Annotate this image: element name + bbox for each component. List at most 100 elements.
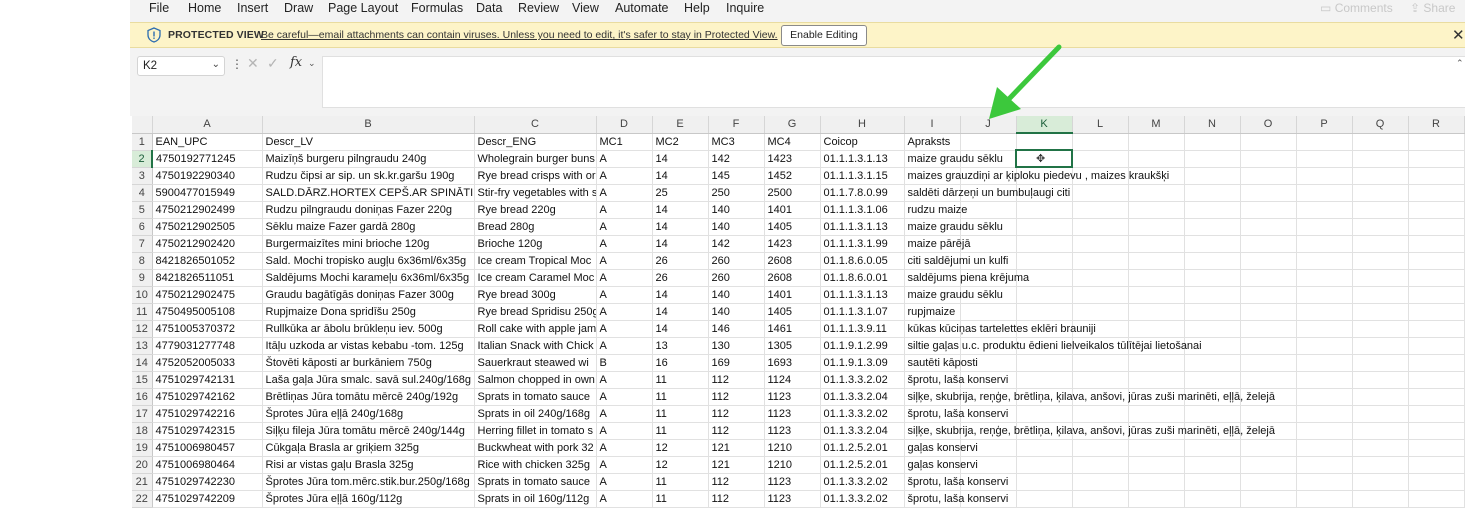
cell[interactable]: 01.1.8.6.0.01 bbox=[820, 269, 905, 287]
cell[interactable] bbox=[1072, 405, 1129, 423]
cell[interactable] bbox=[1240, 490, 1297, 508]
cell[interactable] bbox=[1296, 201, 1353, 219]
cell[interactable]: 4750192290340 bbox=[152, 167, 263, 185]
cell[interactable] bbox=[1408, 456, 1465, 474]
cell[interactable] bbox=[1408, 133, 1465, 151]
cell[interactable]: 11 bbox=[652, 490, 709, 508]
cell[interactable] bbox=[1240, 371, 1297, 389]
column-header-selected[interactable]: K bbox=[1016, 116, 1073, 134]
cell[interactable] bbox=[1184, 405, 1241, 423]
cell[interactable]: 11 bbox=[652, 473, 709, 491]
cell[interactable]: 1461 bbox=[764, 320, 821, 338]
cell[interactable]: 4751005370372 bbox=[152, 320, 263, 338]
row-header[interactable]: 21 bbox=[132, 473, 153, 491]
cell[interactable] bbox=[1072, 184, 1129, 202]
cell[interactable]: 1401 bbox=[764, 286, 821, 304]
cell[interactable] bbox=[1184, 320, 1241, 338]
more-options-icon[interactable]: ⋮ bbox=[231, 57, 243, 71]
cell[interactable]: šprotu, laša konservi bbox=[904, 490, 1008, 508]
cell[interactable]: 13 bbox=[652, 337, 709, 355]
row-header[interactable]: 2 bbox=[132, 150, 153, 168]
cell[interactable] bbox=[1408, 184, 1465, 202]
cell[interactable]: Buckwheat with pork 32 bbox=[474, 439, 597, 457]
cell[interactable] bbox=[1016, 218, 1073, 236]
row-header[interactable]: 16 bbox=[132, 388, 153, 406]
cell[interactable]: 1210 bbox=[764, 439, 821, 457]
cell[interactable] bbox=[1408, 218, 1465, 236]
cell[interactable]: maize graudu sēklu bbox=[904, 286, 1003, 304]
cell[interactable]: maize graudu sēklu bbox=[904, 218, 1003, 236]
row-header[interactable]: 15 bbox=[132, 371, 153, 389]
cell[interactable]: 250 bbox=[708, 184, 765, 202]
row-header[interactable]: 9 bbox=[132, 269, 153, 287]
cell[interactable] bbox=[1016, 201, 1073, 219]
cell[interactable]: 25 bbox=[652, 184, 709, 202]
cell[interactable] bbox=[1184, 286, 1241, 304]
cell[interactable] bbox=[1184, 439, 1241, 457]
cell[interactable]: 4750212902505 bbox=[152, 218, 263, 236]
menu-data[interactable]: Data bbox=[476, 1, 502, 15]
cell[interactable]: 142 bbox=[708, 235, 765, 253]
cell[interactable] bbox=[1352, 235, 1409, 253]
cell[interactable]: 112 bbox=[708, 371, 765, 389]
cell[interactable]: 1123 bbox=[764, 473, 821, 491]
cell[interactable] bbox=[1408, 286, 1465, 304]
cell[interactable]: 01.1.7.8.0.99 bbox=[820, 184, 905, 202]
row-header[interactable]: 7 bbox=[132, 235, 153, 253]
cell[interactable]: 4779031277748 bbox=[152, 337, 263, 355]
cell[interactable] bbox=[1352, 150, 1409, 168]
column-header[interactable]: F bbox=[708, 116, 765, 134]
cell[interactable]: Rice with chicken 325g bbox=[474, 456, 597, 474]
cell[interactable]: 01.1.3.3.2.02 bbox=[820, 371, 905, 389]
cell[interactable]: EAN_UPC bbox=[152, 133, 263, 151]
cell[interactable] bbox=[1408, 422, 1465, 440]
protected-view-message[interactable]: Be careful—email attachments can contain… bbox=[261, 29, 778, 41]
menu-review[interactable]: Review bbox=[518, 1, 559, 15]
cell[interactable]: A bbox=[596, 218, 653, 236]
cell[interactable]: A bbox=[596, 371, 653, 389]
cell[interactable] bbox=[1184, 235, 1241, 253]
cell[interactable] bbox=[1016, 439, 1073, 457]
cell[interactable]: 01.1.1.3.9.11 bbox=[820, 320, 905, 338]
menu-formulas[interactable]: Formulas bbox=[411, 1, 463, 15]
menu-inquire[interactable]: Inquire bbox=[726, 1, 764, 15]
cell[interactable] bbox=[1352, 167, 1409, 185]
cell[interactable] bbox=[1184, 371, 1241, 389]
cell[interactable]: saldēti dārzeņi un bumbuļaugi citi bbox=[904, 184, 1070, 202]
cell[interactable]: 1423 bbox=[764, 150, 821, 168]
cell[interactable]: 11 bbox=[652, 371, 709, 389]
cell[interactable]: Risi ar vistas gaļu Brasla 325g bbox=[262, 456, 475, 474]
cell[interactable] bbox=[1240, 150, 1297, 168]
cell[interactable]: 4750212902420 bbox=[152, 235, 263, 253]
cell[interactable]: 4752052005033 bbox=[152, 354, 263, 372]
cell[interactable] bbox=[1352, 269, 1409, 287]
cell[interactable] bbox=[1408, 320, 1465, 338]
cell[interactable]: 12 bbox=[652, 456, 709, 474]
cell[interactable] bbox=[1016, 354, 1073, 372]
cell[interactable] bbox=[1072, 218, 1129, 236]
cell[interactable] bbox=[1352, 201, 1409, 219]
cell[interactable] bbox=[1296, 337, 1353, 355]
column-header[interactable]: C bbox=[474, 116, 597, 134]
enable-editing-button[interactable]: Enable Editing bbox=[781, 25, 867, 46]
cell[interactable]: maize graudu sēklu bbox=[904, 150, 1003, 168]
cell[interactable] bbox=[1184, 354, 1241, 372]
cell[interactable] bbox=[1128, 133, 1185, 151]
row-header[interactable]: 3 bbox=[132, 167, 153, 185]
cell[interactable]: šprotu, laša konservi bbox=[904, 405, 1008, 423]
cell[interactable]: citi saldējumi un kulfi bbox=[904, 252, 1008, 270]
cell[interactable]: 121 bbox=[708, 456, 765, 474]
row-header[interactable]: 11 bbox=[132, 303, 153, 321]
cell[interactable] bbox=[1240, 303, 1297, 321]
cell[interactable]: 1423 bbox=[764, 235, 821, 253]
cell[interactable]: Brētliņas Jūra tomātu mērcē 240g/192g bbox=[262, 388, 475, 406]
cell[interactable] bbox=[1016, 490, 1073, 508]
cell[interactable] bbox=[1296, 388, 1353, 406]
cell[interactable]: Šprotes Jūra eļļā 160g/112g bbox=[262, 490, 475, 508]
cell[interactable]: 14 bbox=[652, 201, 709, 219]
cell[interactable]: 1693 bbox=[764, 354, 821, 372]
cell[interactable] bbox=[1296, 150, 1353, 168]
name-box[interactable]: K2 ⌄ bbox=[137, 56, 225, 76]
column-header[interactable]: M bbox=[1128, 116, 1185, 134]
cell[interactable]: 01.1.1.3.1.99 bbox=[820, 235, 905, 253]
